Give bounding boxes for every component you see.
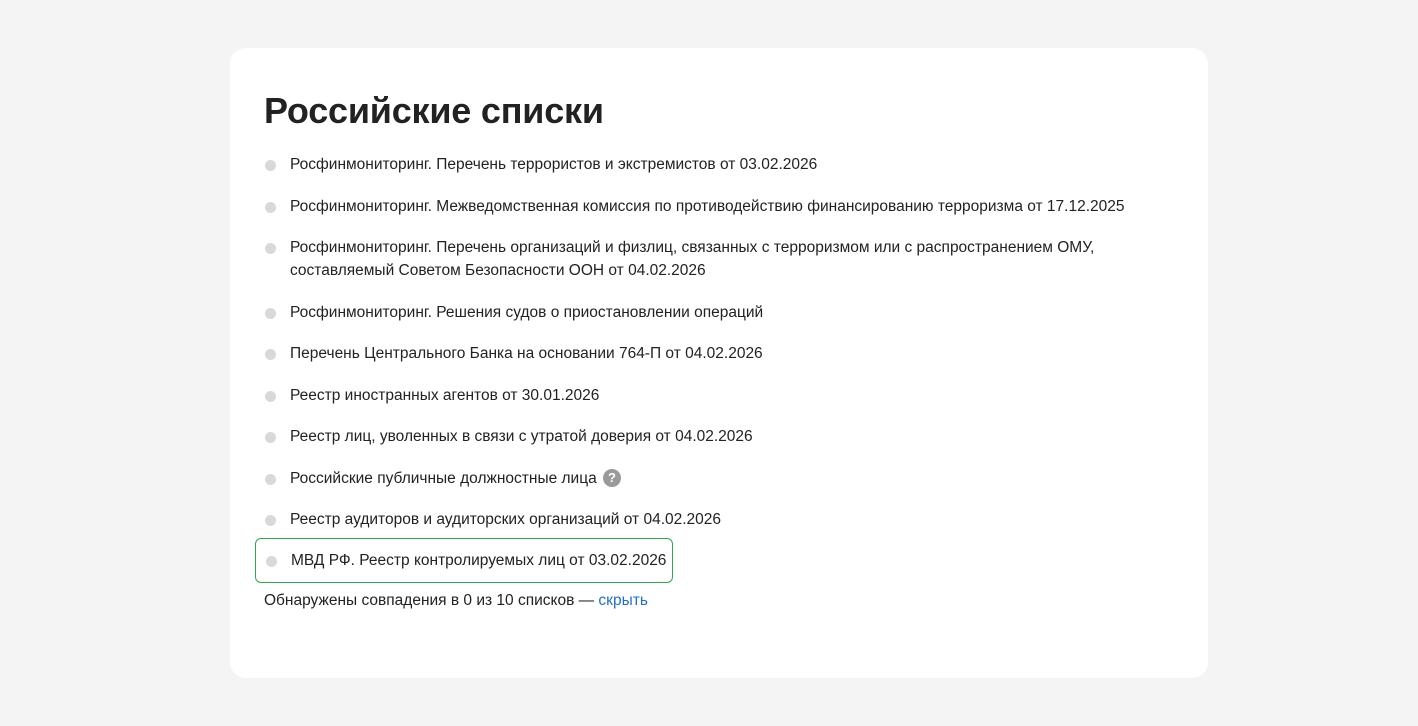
list-item-label: Реестр аудиторов и аудиторских организац… [290, 511, 722, 528]
bullet-dot [265, 307, 276, 319]
list-item: Перечень Центрального Банка на основании… [264, 342, 1174, 365]
bullet-dot [265, 432, 276, 443]
bullet-dot [265, 201, 276, 213]
list-item-label: Российские публичные должностные лица [290, 469, 597, 487]
list-item-label: Росфинмониторинг. Межведомственная комис… [290, 197, 1125, 215]
list-item: Реестр иностранных агентов от 30.01.2026 [264, 384, 1174, 407]
list-item-label: МВД РФ. Реестр контролируемых лиц от 03.… [291, 551, 667, 569]
list-item-label: Реестр лиц, уволенных в связи с утратой … [290, 428, 753, 445]
match-summary-text: Обнаружены совпадения в 0 из 10 списков … [264, 591, 599, 609]
list-item: Росфинмониторинг. Решения судов о приост… [264, 301, 1174, 324]
list-item-label: Перечень Центрального Банка на основании… [290, 345, 763, 362]
question-circle-icon[interactable]: ? [603, 468, 622, 487]
russian-lists-list: Росфинмониторинг. Перечень террористов и… [255, 153, 1174, 583]
list-item: Росфинмониторинг. Перечень организаций и… [264, 236, 1174, 282]
bullet-dot [265, 243, 276, 254]
list-item: Росфинмониторинг. Межведомственная комис… [264, 195, 1174, 218]
bullet-dot [265, 349, 276, 360]
hide-link[interactable]: скрыть [598, 592, 647, 609]
page-title: Российские списки [264, 90, 604, 131]
list-item: Российские публичные должностные лица ? [264, 467, 1174, 490]
list-item-label: Росфинмониторинг. Перечень террористов и… [290, 156, 818, 173]
list-item: Реестр лиц, уволенных в связи с утратой … [264, 425, 1174, 448]
list-item-highlighted: МВД РФ. Реестр контролируемых лиц от 03.… [255, 537, 673, 583]
list-item: Реестр аудиторов и аудиторских организац… [264, 508, 1174, 531]
bullet-dot [265, 515, 276, 526]
bullet-dot [266, 555, 277, 567]
list-item-label: Росфинмониторинг. Решения судов о приост… [290, 303, 764, 321]
list-item-label: Росфинмониторинг. Перечень организаций и… [290, 239, 1095, 279]
list-item-label: Реестр иностранных агентов от 30.01.2026 [290, 386, 600, 404]
russian-lists-card: Российские списки Росфинмониторинг. Пере… [230, 48, 1208, 678]
bullet-dot [265, 160, 276, 171]
match-summary: Обнаружены совпадения в 0 из 10 списков … [264, 589, 1174, 612]
list-item: Росфинмониторинг. Перечень террористов и… [264, 153, 1174, 176]
bullet-dot [265, 473, 276, 485]
bullet-dot [265, 390, 276, 402]
